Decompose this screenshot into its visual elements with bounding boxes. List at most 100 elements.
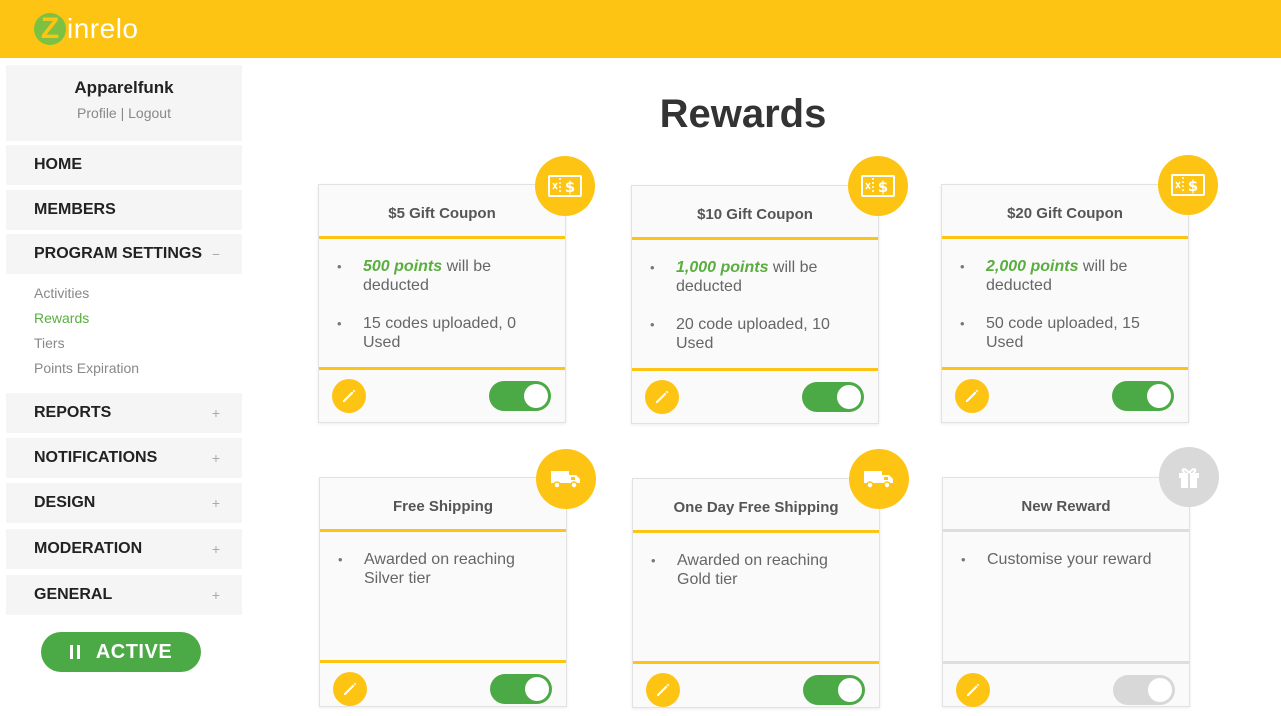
nav-home[interactable]: HOME (6, 145, 242, 185)
account-name: Apparelfunk (74, 78, 174, 97)
reward-title: $10 Gift Coupon (632, 186, 878, 240)
toggle-knob (837, 385, 861, 409)
coupon-icon: $ (535, 156, 595, 216)
toggle-knob (1148, 678, 1172, 702)
card-footer (942, 367, 1188, 422)
sub-item-points-expiration[interactable]: Points Expiration (34, 360, 139, 376)
reward-details: Awarded on reaching Gold tier (633, 533, 879, 589)
reward-card: One Day Free Shipping Awarded on reachin… (632, 478, 880, 708)
truck-icon (849, 449, 909, 509)
nav-moderation[interactable]: MODERATION + (6, 529, 242, 569)
reward-details: 500 points will be deducted 15 codes upl… (319, 239, 565, 352)
pencil-icon (343, 389, 356, 402)
nav-members[interactable]: MEMBERS (6, 190, 242, 230)
coupon-icon: $ (1158, 155, 1218, 215)
reward-card: $5 Gift Coupon 500 points will be deduct… (318, 184, 566, 423)
card-footer (633, 661, 879, 716)
edit-button[interactable] (956, 673, 990, 707)
sub-item-activities[interactable]: Activities (34, 285, 89, 301)
nav-program-settings[interactable]: PROGRAM SETTINGS − (6, 234, 242, 274)
expand-icon[interactable]: + (212, 541, 220, 557)
reward-title: Free Shipping (320, 478, 566, 532)
card-footer (632, 368, 878, 423)
edit-button[interactable] (646, 673, 680, 707)
expand-icon[interactable]: + (212, 450, 220, 466)
profile-box: Apparelfunk Profile | Logout (6, 65, 242, 141)
expand-icon[interactable]: + (212, 587, 220, 603)
program-status-label: ACTIVE (95, 640, 173, 663)
truck-icon (536, 449, 596, 509)
nav-general-label: GENERAL (34, 586, 113, 603)
nav-design-label: DESIGN (34, 494, 96, 511)
sub-item-tiers[interactable]: Tiers (34, 335, 65, 351)
reward-points: 500 points (363, 258, 443, 275)
reward-toggle[interactable] (489, 381, 551, 411)
profile-links: Profile | Logout (6, 105, 242, 121)
nav-notifications-label: NOTIFICATIONS (34, 449, 158, 466)
reward-toggle[interactable] (490, 674, 552, 704)
card-footer (320, 660, 566, 715)
top-bar: Z inrelo (0, 0, 1281, 58)
program-status-button[interactable]: ACTIVE (41, 632, 201, 672)
sidebar: Apparelfunk Profile | Logout (6, 65, 242, 141)
nav-general[interactable]: GENERAL + (6, 575, 242, 615)
reward-points-line: 2,000 points will be deducted (960, 257, 1172, 295)
logout-link[interactable]: Logout (128, 105, 171, 121)
reward-card: Free Shipping Awarded on reaching Silver… (319, 477, 567, 707)
zinrelo-logo[interactable]: Z inrelo (34, 10, 138, 48)
collapse-icon[interactable]: − (212, 246, 220, 262)
svg-text:$: $ (1188, 177, 1198, 195)
svg-text:$: $ (565, 178, 575, 196)
link-separator: | (120, 105, 125, 121)
reward-points-line: 1,000 points will be deducted (650, 258, 862, 296)
reward-details: 1,000 points will be deducted 20 code up… (632, 240, 878, 353)
reward-details: Customise your reward (943, 532, 1189, 569)
card-footer (319, 367, 565, 422)
edit-button[interactable] (645, 380, 679, 414)
pencil-icon (656, 390, 669, 403)
reward-details: Awarded on reaching Silver tier (320, 532, 566, 588)
reward-title: One Day Free Shipping (633, 479, 879, 533)
reward-card: New Reward Customise your reward (942, 477, 1190, 707)
nav-reports[interactable]: REPORTS + (6, 393, 242, 433)
pause-icon (69, 645, 80, 659)
reward-description: Awarded on reaching Gold tier (651, 551, 863, 589)
toggle-knob (1147, 384, 1171, 408)
reward-points: 2,000 points (986, 258, 1079, 275)
reward-toggle[interactable] (802, 382, 864, 412)
expand-icon[interactable]: + (212, 405, 220, 421)
nav-notifications[interactable]: NOTIFICATIONS + (6, 438, 242, 478)
reward-title: New Reward (943, 478, 1189, 532)
toggle-knob (524, 384, 548, 408)
nav-moderation-label: MODERATION (34, 540, 143, 557)
gift-icon (1159, 447, 1219, 507)
edit-button[interactable] (955, 379, 989, 413)
reward-codes-line: 15 codes uploaded, 0 Used (337, 314, 549, 352)
coupon-icon: $ (848, 156, 908, 216)
reward-points: 1,000 points (676, 259, 769, 276)
logo-text: inrelo (67, 13, 139, 44)
page-title: Rewards (659, 92, 827, 136)
pencil-icon (967, 683, 980, 696)
edit-button[interactable] (332, 379, 366, 413)
pencil-icon (966, 389, 979, 402)
reward-title: $20 Gift Coupon (942, 185, 1188, 239)
card-footer (943, 661, 1189, 716)
profile-link[interactable]: Profile (77, 105, 117, 121)
nav-program-settings-label: PROGRAM SETTINGS (34, 245, 203, 262)
logo-mark: Z (34, 13, 66, 45)
reward-points-line: 500 points will be deducted (337, 257, 549, 295)
reward-description: Awarded on reaching Silver tier (338, 550, 550, 588)
nav-reports-label: REPORTS (34, 404, 112, 421)
expand-icon[interactable]: + (212, 495, 220, 511)
reward-card: $20 Gift Coupon 2,000 points will be ded… (941, 184, 1189, 423)
reward-card: $10 Gift Coupon 1,000 points will be ded… (631, 185, 879, 424)
reward-toggle[interactable] (1112, 381, 1174, 411)
reward-details: 2,000 points will be deducted 50 code up… (942, 239, 1188, 352)
reward-description: Customise your reward (961, 550, 1173, 569)
sub-item-rewards[interactable]: Rewards (34, 310, 89, 326)
nav-design[interactable]: DESIGN + (6, 483, 242, 523)
reward-title: $5 Gift Coupon (319, 185, 565, 239)
toggle-knob (525, 677, 549, 701)
reward-codes-line: 20 code uploaded, 10 Used (650, 315, 862, 353)
